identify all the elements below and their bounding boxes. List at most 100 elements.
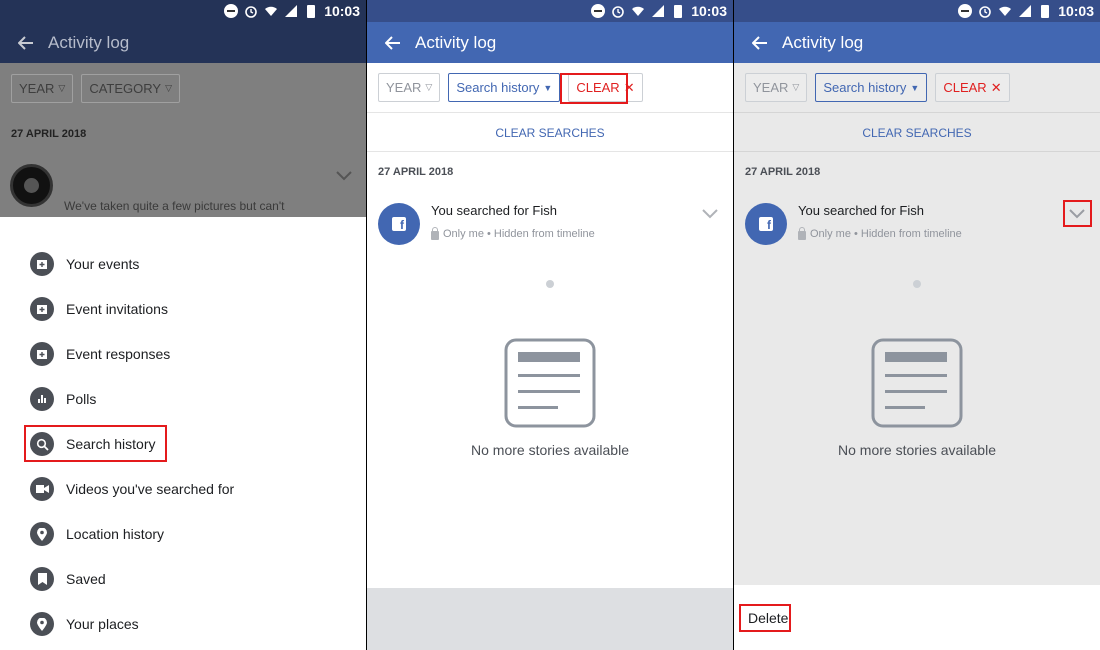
menu-item-label: Location history [66, 526, 165, 542]
entry-privacy: Only me • Hidden from timeline [810, 228, 962, 240]
battery-icon [304, 4, 318, 18]
filter-bar: YEAR ▽ Search history ▼ CLEAR ✕ [367, 63, 733, 113]
category-bottom-sheet: Your events Event invitations Event resp… [0, 217, 366, 650]
category-filter[interactable]: CATEGORY ▽ [81, 73, 181, 103]
delete-button[interactable]: Delete [742, 605, 794, 631]
chevron-down-icon: ▼ [910, 82, 920, 93]
category-filter-label: CATEGORY [89, 80, 162, 96]
menu-item-location-history[interactable]: Location history [30, 519, 164, 549]
close-icon: ✕ [990, 79, 1002, 95]
search-icon [30, 432, 54, 456]
loading-indicator [913, 280, 921, 288]
location-pin-icon [30, 612, 54, 636]
entry-meta: Only me • Hidden from timeline [431, 226, 595, 240]
status-bar: 10:03 [367, 0, 733, 22]
year-filter-label: YEAR [19, 80, 55, 96]
menu-item-polls[interactable]: Polls [30, 384, 96, 414]
chevron-down-icon[interactable] [336, 168, 352, 186]
facebook-icon: f [378, 203, 420, 245]
panel-category-menu: 10:03 Activity log YEAR ▽ CATEGORY ▽ 27 AP… [0, 0, 366, 650]
calendar-icon [30, 297, 54, 321]
menu-item-videos-searched[interactable]: Videos you've searched for [30, 474, 234, 504]
clock-time: 10:03 [1058, 3, 1094, 19]
signal-icon [284, 4, 298, 18]
filter-bar: YEAR ▽ CATEGORY ▽ [0, 63, 366, 113]
footer-bar [367, 588, 733, 650]
menu-item-label: Search history [66, 436, 156, 452]
chevron-down-icon[interactable] [1066, 204, 1088, 224]
year-filter-label: YEAR [753, 80, 789, 95]
alarm-icon [244, 4, 258, 18]
panel-search-history: 10:03 Activity log YEAR ▽ Search history ▼… [367, 0, 733, 650]
menu-item-saved[interactable]: Saved [30, 564, 106, 594]
back-arrow-icon[interactable] [381, 31, 405, 55]
entry-title: You searched for Fish [798, 203, 924, 218]
back-arrow-icon[interactable] [14, 31, 38, 55]
menu-item-label: Polls [66, 391, 97, 407]
menu-item-your-places[interactable]: Your places [30, 609, 139, 639]
year-filter[interactable]: YEAR ▽ [745, 73, 808, 102]
search-history-filter[interactable]: Search history ▼ [815, 73, 928, 102]
avatar [10, 164, 53, 207]
search-history-filter-label: Search history [823, 80, 907, 95]
clear-filter-button[interactable]: CLEAR ✕ [935, 73, 1010, 102]
clear-searches-button[interactable]: CLEAR SEARCHES [734, 114, 1100, 152]
menu-item-label: Videos you've searched for [66, 481, 235, 497]
back-arrow-icon[interactable] [748, 31, 772, 55]
search-history-filter[interactable]: Search history ▼ [448, 73, 561, 102]
clear-filter-label: CLEAR [576, 80, 620, 95]
empty-document-icon [871, 338, 963, 428]
chevron-down-icon: ▽ [425, 82, 433, 92]
lock-icon [431, 226, 439, 240]
panel-delete-entry: 10:03 Activity log YEAR ▽ Search history ▼… [734, 0, 1100, 650]
close-icon: ✕ [623, 79, 635, 95]
chevron-down-icon: ▽ [58, 82, 66, 93]
alarm-icon [611, 4, 625, 18]
entry-meta: Only me • Hidden from timeline [798, 226, 962, 240]
bookmark-icon [30, 567, 54, 591]
menu-item-event-responses[interactable]: Event responses [30, 339, 170, 369]
date-header: 27 APRIL 2018 [378, 166, 454, 178]
empty-state-text: No more stories available [471, 442, 629, 458]
clear-filter-label: CLEAR [943, 80, 987, 95]
calendar-icon [30, 252, 54, 276]
do-not-disturb-icon [958, 4, 973, 18]
menu-item-label: Event invitations [66, 301, 168, 317]
menu-item-search-history[interactable]: Search history [30, 429, 155, 459]
chevron-down-icon[interactable] [699, 204, 721, 224]
wifi-icon [998, 4, 1012, 18]
date-header: 27 APRIL 2018 [11, 128, 87, 140]
facebook-icon: f [745, 203, 787, 245]
do-not-disturb-icon [224, 4, 239, 18]
menu-item-label: Your places [66, 616, 139, 632]
menu-item-label: Your events [66, 256, 140, 272]
menu-item-event-invitations[interactable]: Event invitations [30, 294, 168, 324]
clock-time: 10:03 [324, 3, 360, 19]
empty-document-icon [504, 338, 596, 428]
app-header: Activity log [367, 22, 733, 63]
year-filter[interactable]: YEAR ▽ [11, 73, 74, 103]
menu-item-label: Event responses [66, 346, 171, 362]
story-snippet: We've taken quite a few pictures but can… [64, 199, 285, 213]
app-header: Activity log [734, 22, 1100, 63]
menu-item-your-events[interactable]: Your events [30, 249, 139, 279]
clear-filter-button[interactable]: CLEAR ✕ [568, 73, 643, 102]
year-filter[interactable]: YEAR ▽ [378, 73, 441, 102]
empty-state-text: No more stories available [838, 442, 996, 458]
calendar-icon [30, 342, 54, 366]
video-icon [30, 477, 54, 501]
signal-icon [1018, 4, 1032, 18]
app-header: Activity log [0, 22, 366, 63]
lock-icon [798, 226, 806, 240]
do-not-disturb-icon [591, 4, 606, 18]
clear-searches-button[interactable]: CLEAR SEARCHES [367, 114, 733, 152]
signal-icon [651, 4, 665, 18]
chevron-down-icon: ▽ [165, 82, 173, 93]
chevron-down-icon: ▼ [543, 82, 553, 93]
date-header: 27 APRIL 2018 [745, 166, 821, 178]
filter-bar: YEAR ▽ Search history ▼ CLEAR ✕ [734, 63, 1100, 113]
search-history-filter-label: Search history [456, 80, 540, 95]
menu-item-label: Saved [66, 571, 106, 587]
chevron-down-icon: ▽ [792, 82, 800, 92]
status-bar: 10:03 [0, 0, 366, 22]
